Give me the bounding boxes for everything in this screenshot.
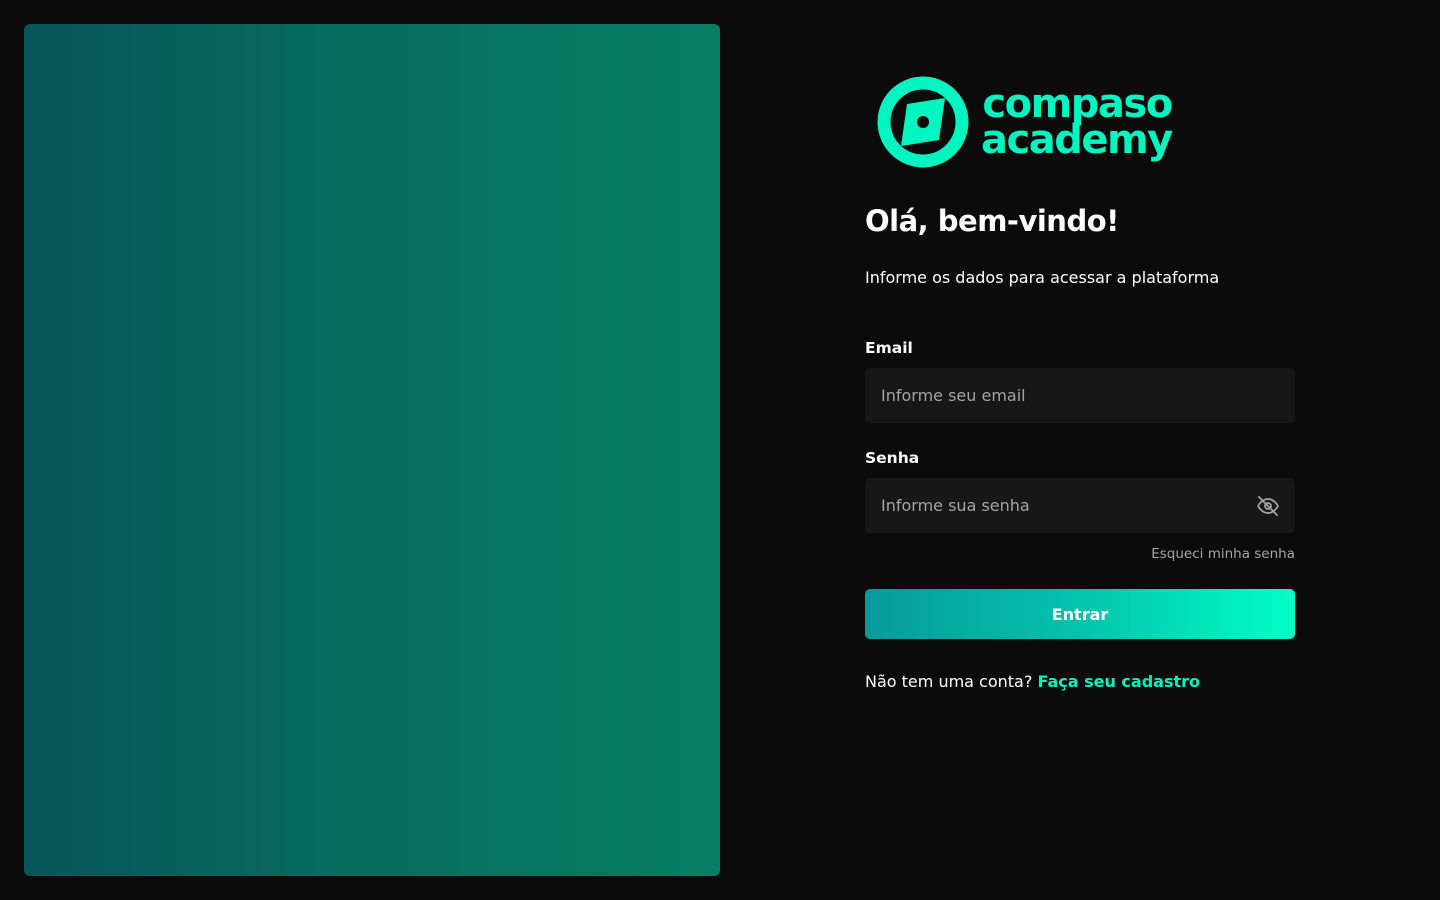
email-input[interactable] (865, 368, 1295, 423)
brand-logo: compaso academy (877, 76, 1295, 168)
page-subtitle: Informe os dados para acessar a platafor… (865, 268, 1220, 287)
password-input[interactable] (865, 478, 1295, 533)
signup-row: Não tem uma conta? Faça seu cadastro (865, 672, 1295, 691)
login-form: compaso academy Olá, bem-vindo! Informe … (865, 76, 1295, 691)
eye-off-icon[interactable] (1255, 493, 1281, 519)
compass-icon (877, 76, 969, 168)
email-label: Email (865, 339, 913, 357)
forgot-password-row: Esqueci minha senha (865, 545, 1295, 563)
brand-wordmark: compaso academy (981, 84, 1173, 163)
signup-prompt: Não tem uma conta? (865, 672, 1033, 691)
password-label: Senha (865, 449, 920, 467)
signup-link[interactable]: Faça seu cadastro (1037, 672, 1200, 691)
forgot-password-link[interactable]: Esqueci minha senha (1151, 546, 1295, 562)
page-title: Olá, bem-vindo! (865, 204, 1119, 238)
login-page: compaso academy Olá, bem-vindo! Informe … (0, 0, 1440, 900)
password-field-container (865, 478, 1295, 533)
brand-name-line2: academy (981, 117, 1173, 163)
hero-gradient-panel (24, 24, 720, 876)
email-field-container (865, 368, 1295, 423)
login-submit-button[interactable]: Entrar (865, 589, 1295, 639)
